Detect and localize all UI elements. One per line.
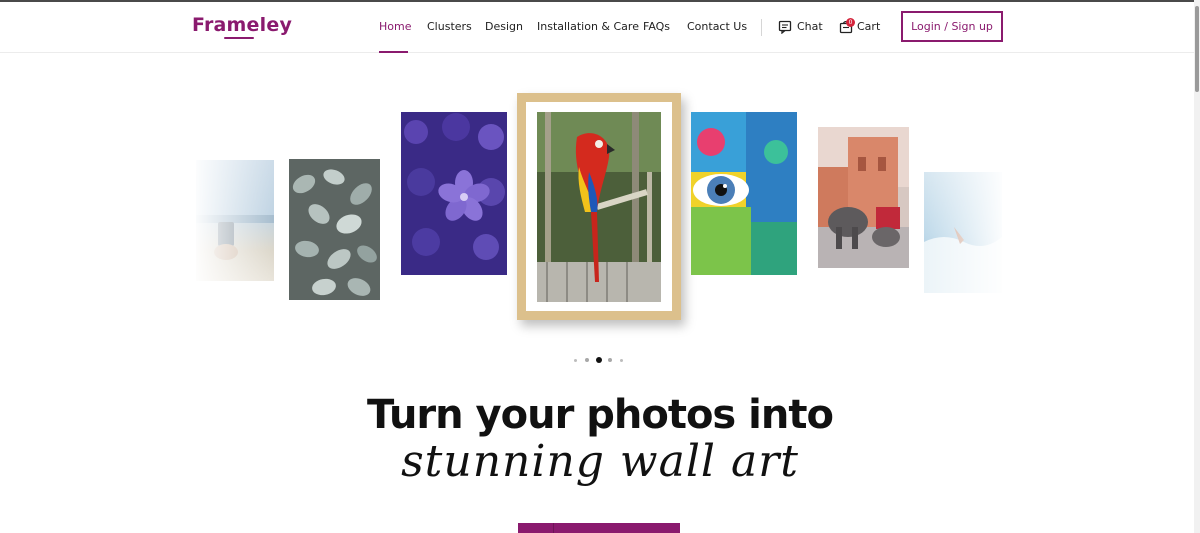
- purple-flower-photo: [404, 113, 505, 260]
- slide-sea[interactable]: [924, 172, 1002, 293]
- leaves-photo: [292, 169, 377, 296]
- slide-purple-flower[interactable]: [401, 112, 507, 275]
- nav-home[interactable]: Home: [379, 20, 411, 33]
- scrollbar-thumb[interactable]: [1195, 6, 1199, 92]
- carousel-dot-1[interactable]: [574, 359, 577, 362]
- hero-cta-button[interactable]: [518, 523, 680, 533]
- nav-installation-care[interactable]: Installation & Care: [537, 20, 639, 33]
- slide-elephant-city[interactable]: [818, 127, 909, 268]
- page-scrollbar[interactable]: [1194, 0, 1200, 533]
- cart-link[interactable]: Cart: [857, 20, 880, 33]
- elephant-city-photo: [818, 127, 909, 268]
- nav-divider: [761, 19, 762, 36]
- slide-beach[interactable]: [196, 160, 274, 281]
- nav-contact-us[interactable]: Contact Us: [687, 20, 747, 33]
- sea-photo: [924, 227, 1002, 293]
- brand-logo[interactable]: Frameley: [192, 14, 292, 36]
- hero-script-subtitle: stunning wall art: [401, 436, 799, 487]
- login-signup-button[interactable]: Login / Sign up: [901, 11, 1003, 42]
- hero-title: Turn your photos into: [367, 392, 834, 438]
- site-header: Frameley Home Clusters Design Installati…: [0, 2, 1194, 53]
- nav-design[interactable]: Design: [485, 20, 523, 33]
- carousel-dot-2[interactable]: [585, 358, 589, 362]
- cta-divider: [553, 523, 554, 533]
- logo-underline: [224, 37, 254, 39]
- nav-faqs[interactable]: FAQs: [643, 20, 670, 33]
- carousel-pagination: [572, 356, 628, 364]
- chat-icon[interactable]: [778, 20, 792, 34]
- beach-photo: [196, 215, 274, 260]
- nav-active-indicator: [379, 51, 408, 53]
- chat-link[interactable]: Chat: [797, 20, 823, 33]
- carousel-dot-3-active[interactable]: [596, 357, 602, 363]
- slide-leaves[interactable]: [289, 159, 380, 300]
- painted-eye-photo: [691, 112, 797, 275]
- parrot-photo: [537, 112, 661, 302]
- carousel-dot-4[interactable]: [608, 358, 612, 362]
- slide-painted-eye[interactable]: [691, 112, 797, 275]
- cart-count-badge: 0: [846, 18, 855, 27]
- nav-clusters[interactable]: Clusters: [427, 20, 472, 33]
- slide-parrot-framed[interactable]: [517, 93, 681, 320]
- carousel-dot-5[interactable]: [620, 359, 623, 362]
